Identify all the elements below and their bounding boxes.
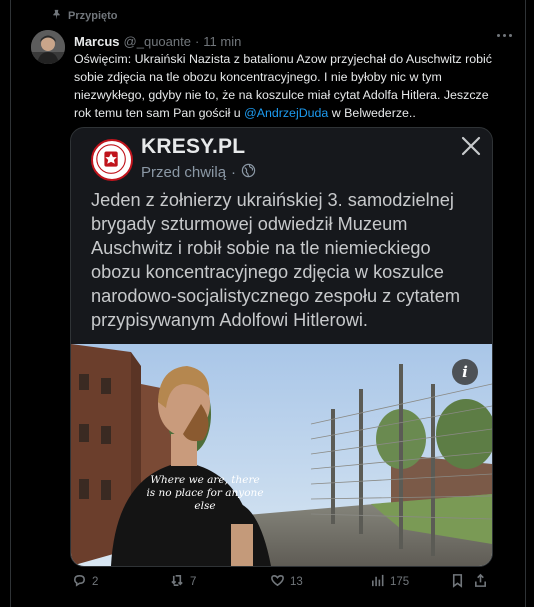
card-body-text: Jeden z żołnierzy ukraińskiej 3. samodzi… xyxy=(91,190,460,330)
like-button[interactable]: 13 xyxy=(270,572,303,592)
repost-button[interactable]: 7 xyxy=(170,572,196,592)
card-separator: · xyxy=(231,164,237,181)
pin-icon xyxy=(51,9,62,23)
globe-icon xyxy=(241,163,256,182)
reply-button[interactable]: 2 xyxy=(72,572,98,592)
author-name[interactable]: Marcus xyxy=(74,34,120,49)
info-icon[interactable]: i xyxy=(452,359,478,385)
avatar[interactable] xyxy=(31,30,65,64)
bookmark-icon xyxy=(450,573,465,591)
heart-icon xyxy=(270,573,285,591)
repost-count: 7 xyxy=(190,576,197,588)
pinned-label: Przypięto xyxy=(68,10,118,22)
card-timestamp: Przed chwilą · xyxy=(141,163,256,182)
shirt-quote-text: Where we are, there is no place for anyo… xyxy=(146,474,264,512)
mention-link[interactable]: @AndrzejDuda xyxy=(244,106,328,120)
tweet-time[interactable]: 11 min xyxy=(203,34,241,49)
pinned-indicator: Przypięto xyxy=(51,8,118,24)
tweet-header: Marcus @_quoante · 11 min xyxy=(74,33,512,49)
repost-icon xyxy=(170,573,185,591)
share-icon xyxy=(473,573,488,591)
header-separator: · xyxy=(194,33,200,49)
reply-count: 2 xyxy=(92,576,99,588)
views-count: 175 xyxy=(390,576,410,588)
share-button[interactable] xyxy=(473,572,488,592)
like-count: 13 xyxy=(290,576,303,588)
author-handle[interactable]: @_quoante xyxy=(124,34,191,49)
tweet-actions: 2 7 13 175 xyxy=(70,572,490,592)
tweet-text: Oświęcim: Ukraiński Nazista z batalionu … xyxy=(74,50,504,122)
card-time: Przed chwilą xyxy=(141,164,227,181)
card-site-name: KRESY.PL xyxy=(141,135,246,158)
reply-icon xyxy=(72,573,87,591)
views-button[interactable]: 175 xyxy=(370,572,409,592)
close-icon[interactable] xyxy=(460,135,482,157)
more-options-icon[interactable] xyxy=(497,34,512,37)
tweet-text-after: w Belwederze.. xyxy=(328,106,416,120)
kresy-logo-icon xyxy=(91,139,133,181)
auschwitz-photo[interactable]: i Where we are, there is no place for an… xyxy=(71,344,492,566)
bookmark-button[interactable] xyxy=(450,572,465,592)
quoted-image-card[interactable]: KRESY.PL Przed chwilą · Jeden z żołnierz… xyxy=(70,127,493,567)
views-icon xyxy=(370,573,385,591)
